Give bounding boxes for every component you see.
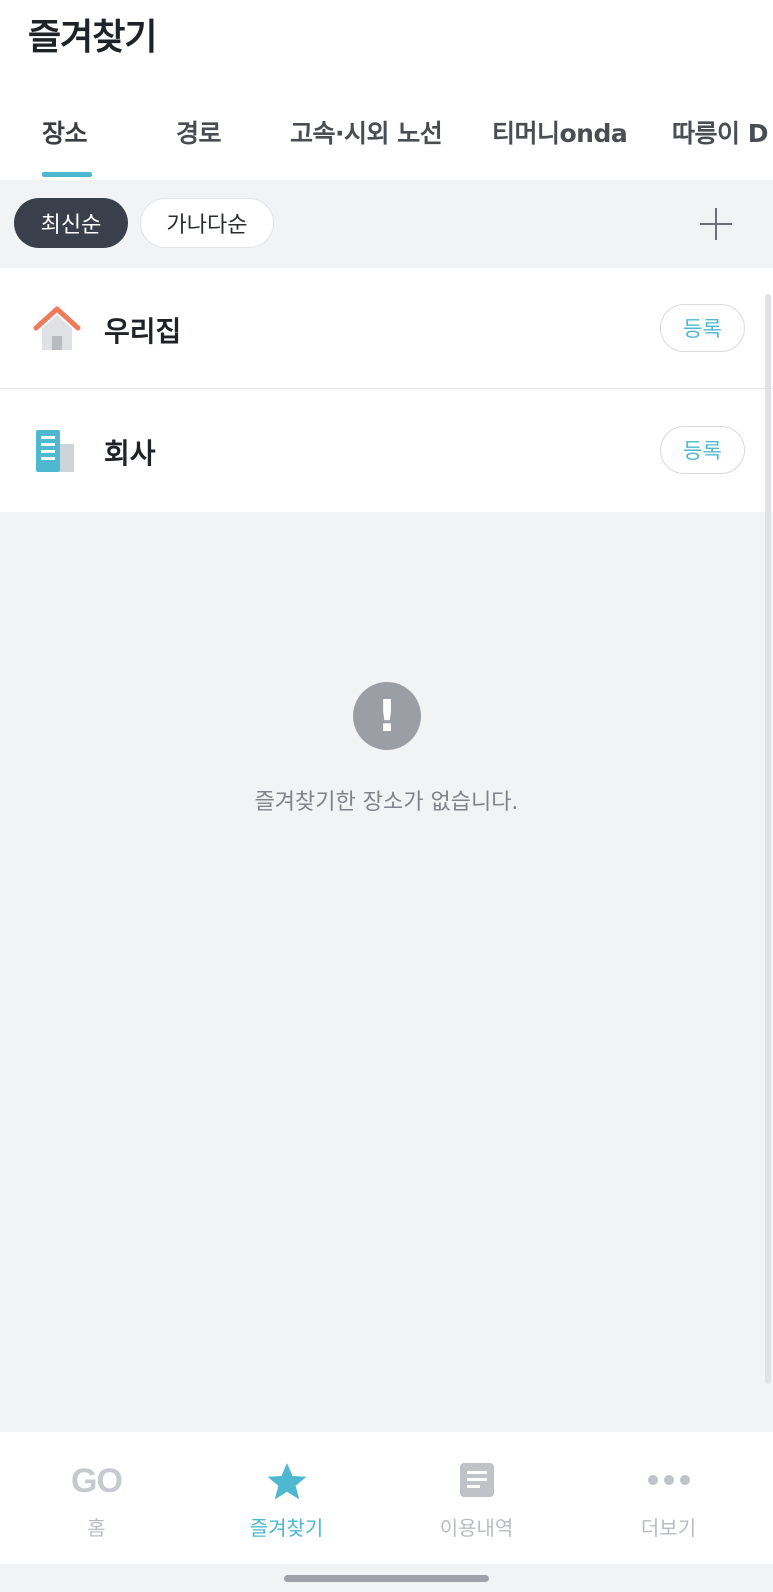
office-building-icon	[36, 430, 74, 472]
tab-tmoney-onda[interactable]: 티머니onda	[492, 114, 628, 150]
place-name-office: 회사	[104, 437, 156, 470]
nav-home-label: 홈	[87, 1516, 106, 1540]
home-icon	[33, 306, 81, 350]
bottom-navigation: GO 홈 즐겨찾기 이용내역 더보기	[0, 1432, 773, 1564]
empty-message: 즐겨찾기한 장소가 없습니다.	[254, 790, 519, 815]
scrollbar[interactable]	[765, 294, 771, 1384]
register-home-button[interactable]: 등록	[660, 304, 745, 352]
nav-more[interactable]: 더보기	[572, 1432, 765, 1564]
tab-routes[interactable]: 경로	[176, 114, 222, 150]
nav-history[interactable]: 이용내역	[380, 1432, 573, 1564]
page-title: 즐겨찾기	[28, 17, 157, 58]
active-tab-indicator	[42, 172, 92, 177]
tab-ddareungi[interactable]: 따릉이 D	[672, 114, 768, 150]
favorites-screen: 즐겨찾기 장소 경로 고속·시외 노선 티머니onda 따릉이 D 최신순 가나…	[0, 0, 773, 1592]
go-logo-icon: GO	[71, 1462, 123, 1500]
nav-favorites-label: 즐겨찾기	[249, 1516, 324, 1540]
nav-favorites[interactable]: 즐겨찾기	[190, 1432, 383, 1564]
nav-more-label: 더보기	[640, 1516, 697, 1540]
more-dots-icon	[647, 1475, 690, 1485]
home-indicator[interactable]	[284, 1575, 489, 1582]
nav-history-label: 이용내역	[439, 1516, 514, 1540]
list-item-office[interactable]: 회사 등록	[0, 390, 773, 511]
nav-home[interactable]: GO 홈	[0, 1432, 193, 1564]
star-icon	[267, 1463, 306, 1500]
register-office-button[interactable]: 등록	[660, 426, 745, 474]
tab-bar: 장소 경로 고속·시외 노선 티머니onda 따릉이 D	[0, 96, 773, 180]
sort-filter-bar: 최신순 가나다순	[0, 180, 773, 268]
exclamation-icon: !	[353, 682, 421, 750]
empty-state: ! 즐겨찾기한 장소가 없습니다.	[0, 512, 773, 1432]
document-icon	[459, 1463, 494, 1497]
sort-latest-chip[interactable]: 최신순	[14, 198, 128, 248]
plus-icon[interactable]	[696, 204, 736, 244]
place-name-home: 우리집	[104, 315, 182, 348]
header: 즐겨찾기	[0, 0, 773, 80]
tab-express-bus[interactable]: 고속·시외 노선	[290, 114, 443, 150]
sort-alphabetical-chip[interactable]: 가나다순	[140, 198, 274, 248]
favorite-places-list: 우리집 등록 회사 등록	[0, 268, 773, 512]
tab-places[interactable]: 장소	[42, 114, 88, 150]
list-item-home[interactable]: 우리집 등록	[0, 268, 773, 389]
